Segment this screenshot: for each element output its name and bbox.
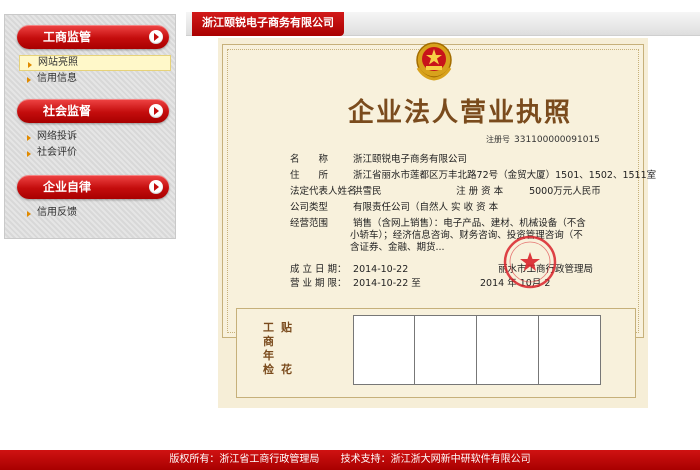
business-license-image: 企业法人营业执照 注册号 331100000091015 名 称 浙江颐锐电子商务… <box>218 38 656 408</box>
field-value: 2014-10-22 <box>353 264 409 275</box>
menu-list-public-oversight: 网络投诉 社会评价 <box>19 129 171 161</box>
field-value: 含证券、金融、期货... <box>350 242 445 253</box>
sidebar: 工商监管 网站亮照 信用信息 社会监督 网络投诉 社会评价 企业自律 信用反馈 <box>4 14 176 239</box>
sidebar-item-label: 社会评价 <box>37 147 77 158</box>
menu-header-label: 企业自律 <box>43 180 92 194</box>
company-name-tab: 浙江颐锐电子商务有限公司 <box>192 12 344 36</box>
sidebar-item-public-rating[interactable]: 社会评价 <box>19 145 171 161</box>
sidebar-item-credit-feedback[interactable]: 信用反馈 <box>19 205 171 221</box>
sidebar-item-website-license[interactable]: 网站亮照 <box>19 55 171 71</box>
row-established: 成 立 日 期： 2014-10-22 <box>290 261 408 275</box>
sidebar-item-label: 信用反馈 <box>37 207 77 218</box>
sidebar-item-label: 信用信息 <box>37 73 77 84</box>
content-header-bar: 浙江颐锐电子商务有限公司 <box>186 12 700 36</box>
row-company-type: 公司类型 有限责任公司（自然人 实 收 资 本 <box>290 199 498 213</box>
footer: 版权所有：浙江省工商行政管理局 技术支持：浙江浙大网新中研软件有限公司 <box>0 450 700 470</box>
national-emblem-icon <box>416 42 452 81</box>
menu-list-self-discipline: 信用反馈 <box>19 205 171 221</box>
field-label: 成 立 日 期： <box>290 264 347 275</box>
inspection-char: 年 <box>263 349 274 362</box>
field-label: 营 业 期 限： <box>290 278 347 289</box>
inspection-box <box>353 315 415 385</box>
field-label: 住 所 <box>290 170 329 181</box>
sidebar-item-online-complaint[interactable]: 网络投诉 <box>19 129 171 145</box>
field-label: 经营范围 <box>290 218 329 229</box>
row-address: 住 所 浙江省丽水市莲都区万丰北路72号（金贸大厦）1501、1502、1511… <box>290 167 656 181</box>
row-business-scope-3: 含证券、金融、期货... <box>350 239 445 253</box>
inspection-char: 商 <box>263 335 274 348</box>
registration-value: 331100000091015 <box>514 135 600 145</box>
menu-list-supervision: 网站亮照 信用信息 <box>19 55 171 87</box>
footer-copyright: 版权所有：浙江省工商行政管理局 <box>169 454 320 465</box>
annual-inspection-panel: 工 商 年 检 贴 花 <box>236 308 636 398</box>
field-value: 洪雪民 <box>353 186 382 197</box>
row-name: 名 称 浙江颐锐电子商务有限公司 <box>290 151 467 165</box>
stamp-label: 贴 花 <box>281 321 299 377</box>
inspection-char: 工 <box>263 321 274 334</box>
arrow-right-icon <box>149 104 163 118</box>
sidebar-item-label: 网站亮照 <box>38 57 78 68</box>
menu-header-public-oversight[interactable]: 社会监督 <box>17 99 169 123</box>
registration-number: 注册号 331100000091015 <box>486 134 600 145</box>
inspection-box <box>539 315 601 385</box>
menu-header-label: 工商监管 <box>43 30 92 44</box>
inspection-char: 贴 <box>281 321 292 334</box>
field-value: 2014-10-22 至 <box>353 278 421 289</box>
field-label: 公司类型 <box>290 202 329 213</box>
field-value: 浙江省丽水市莲都区万丰北路72号（金贸大厦）1501、1502、1511室 <box>353 170 657 181</box>
arrow-right-icon <box>149 180 163 194</box>
inspection-box <box>415 315 477 385</box>
field-label: 名 称 <box>290 154 329 165</box>
sidebar-item-label: 网络投诉 <box>37 131 77 142</box>
license-title: 企业法人营业执照 <box>348 98 573 128</box>
inspection-char: 检 <box>263 363 274 376</box>
field-value: 5000万元人民币 <box>529 186 601 197</box>
footer-tech-support: 技术支持：浙江浙大网新中研软件有限公司 <box>340 454 531 465</box>
arrow-right-icon <box>149 30 163 44</box>
inspection-char: 花 <box>281 363 292 376</box>
inspection-stamp-boxes <box>353 315 601 385</box>
official-seal-icon <box>503 235 557 289</box>
field-label: 法定代表人姓名 <box>290 186 357 197</box>
menu-header-supervision[interactable]: 工商监管 <box>17 25 169 49</box>
field-value: 有限责任公司（自然人 实 收 资 本 <box>353 202 499 213</box>
inspection-label: 工 商 年 检 <box>263 321 281 377</box>
row-legal-rep: 法定代表人姓名 洪雪民 注 册 资 本 5000万元人民币 <box>290 183 601 197</box>
field-label: 注 册 资 本 <box>456 186 504 197</box>
sidebar-item-credit-info[interactable]: 信用信息 <box>19 71 171 87</box>
menu-header-label: 社会监督 <box>43 104 92 118</box>
inspection-box <box>477 315 539 385</box>
field-value: 浙江颐锐电子商务有限公司 <box>353 154 468 165</box>
menu-header-self-discipline[interactable]: 企业自律 <box>17 175 169 199</box>
row-term: 营 业 期 限： 2014-10-22 至 <box>290 275 421 289</box>
registration-label: 注册号 <box>486 135 510 144</box>
